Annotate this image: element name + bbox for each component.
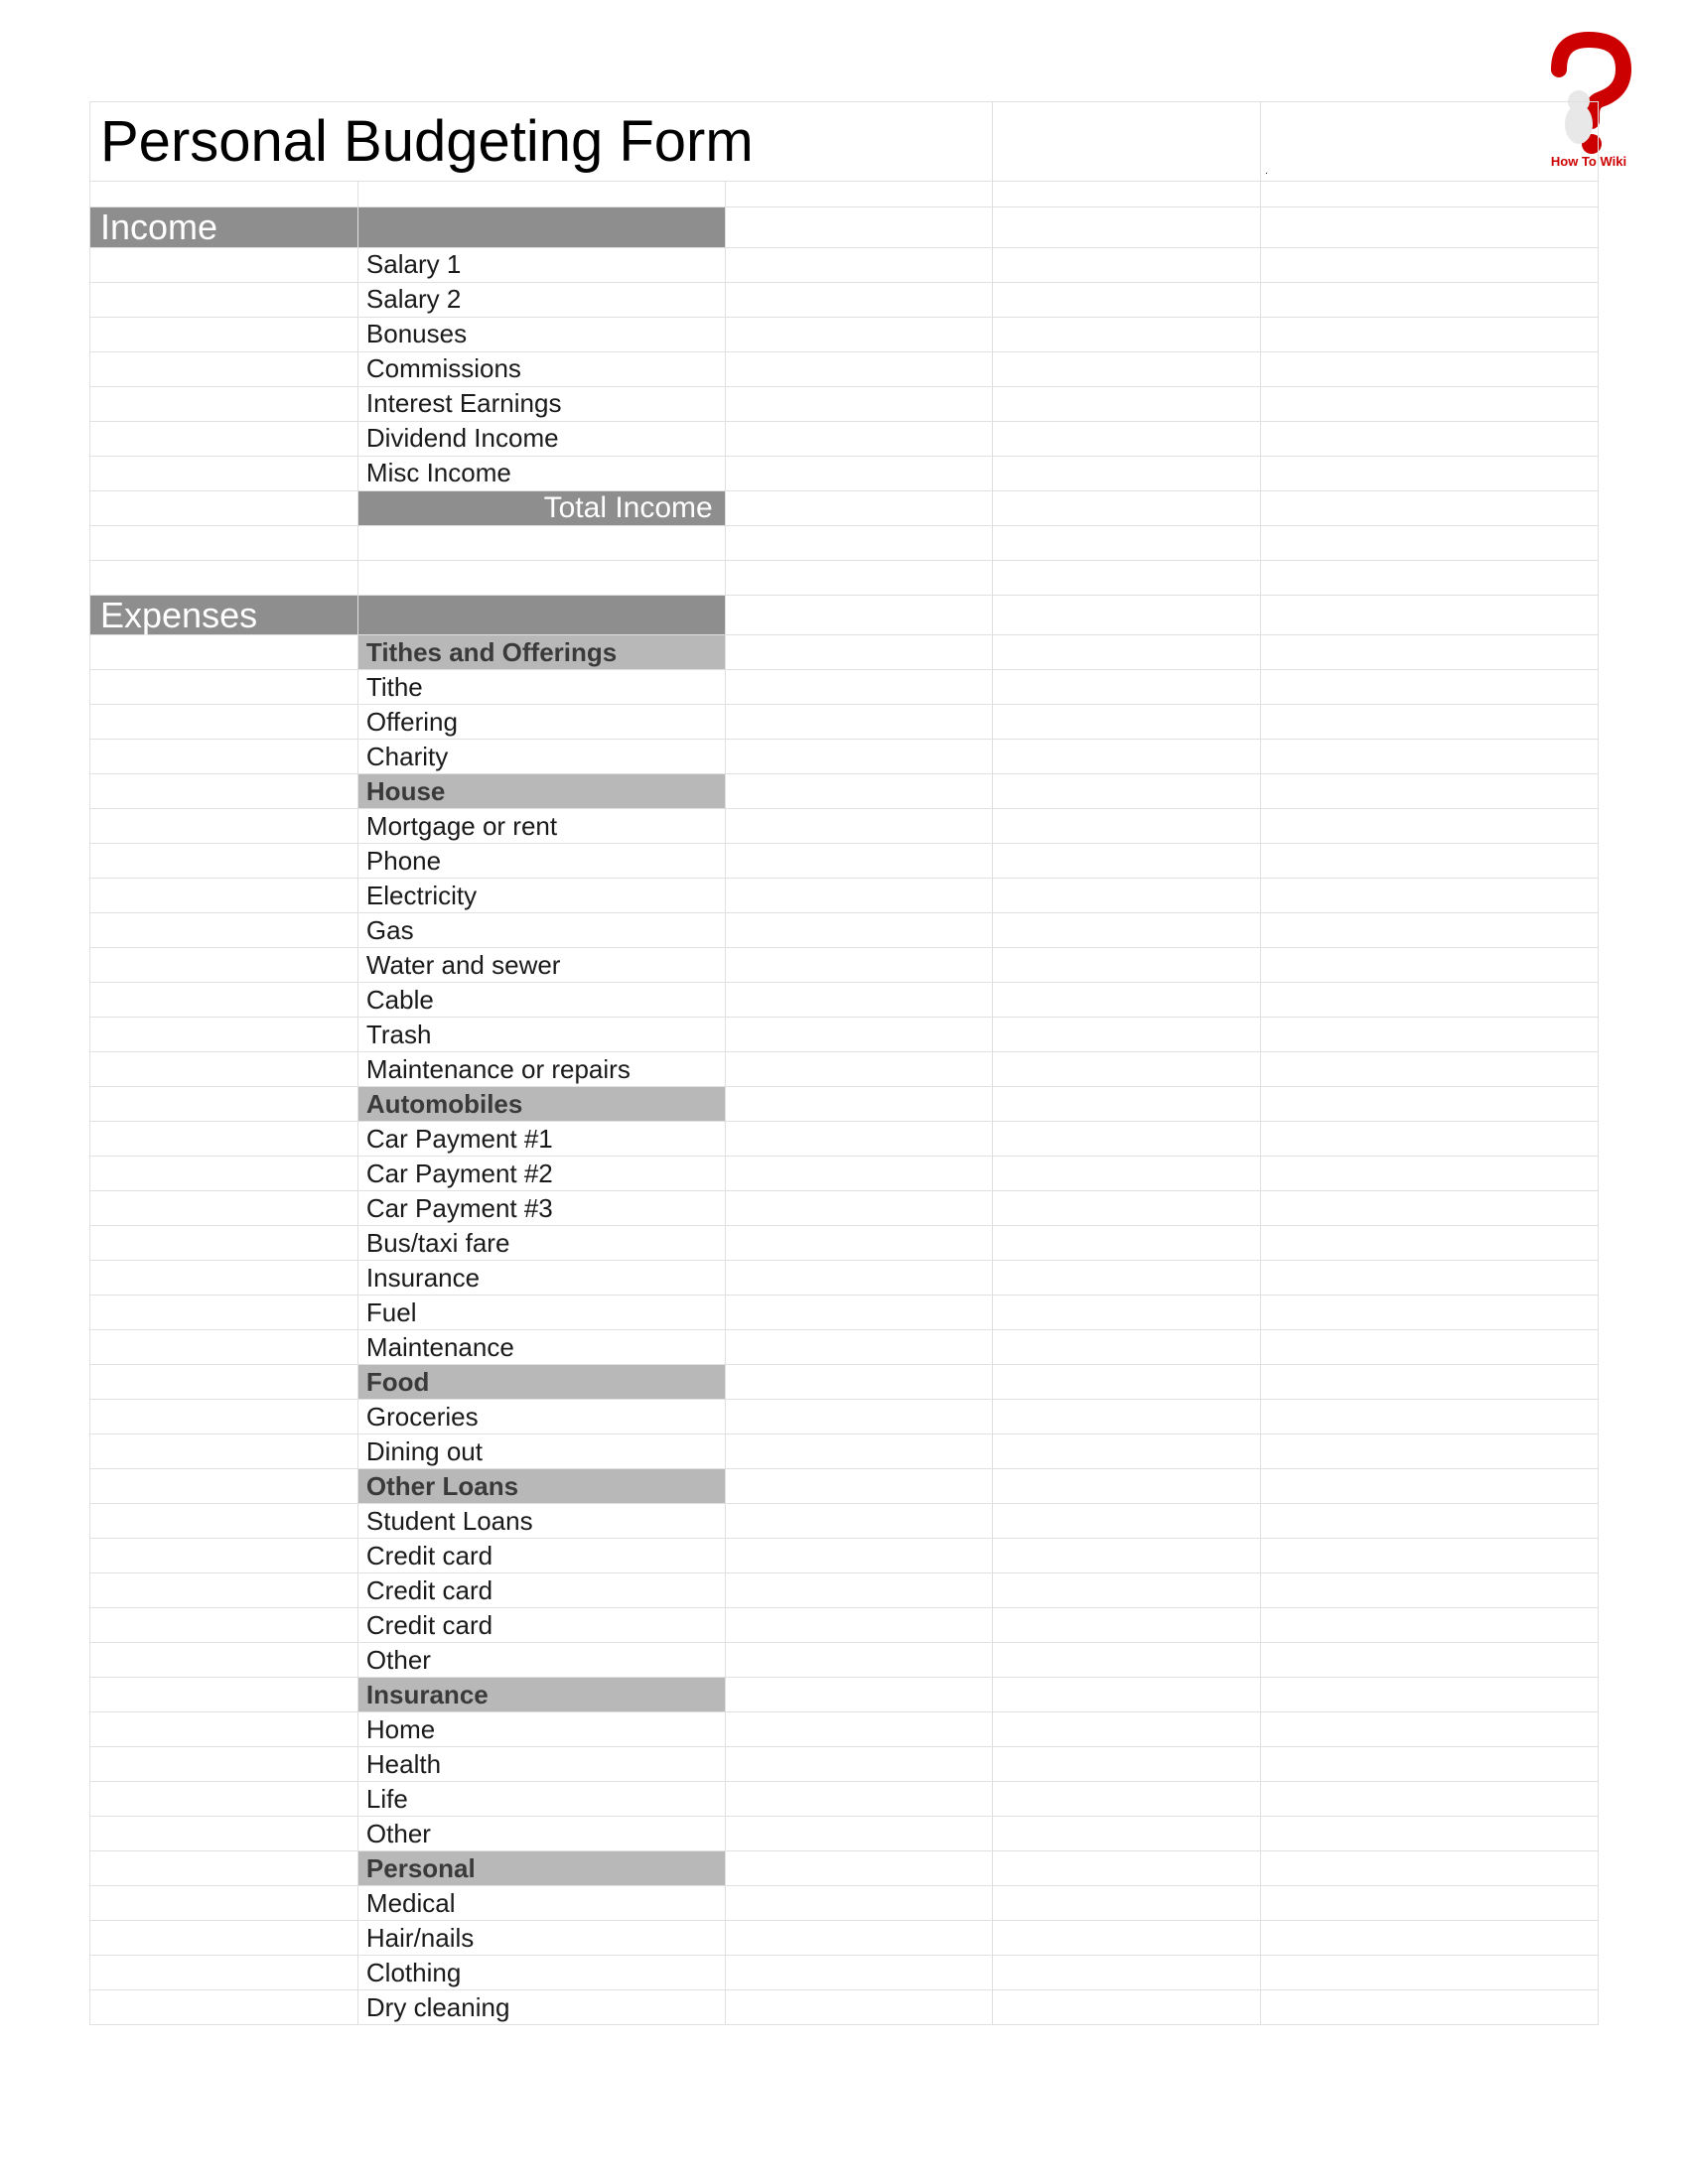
expense-group-header: Food [357, 1365, 725, 1400]
expense-item: Other [357, 1817, 725, 1851]
expense-item: Gas [357, 913, 725, 948]
expense-item: Car Payment #3 [357, 1191, 725, 1226]
expense-item: Health [357, 1747, 725, 1782]
expense-item: Fuel [357, 1296, 725, 1330]
income-item: Salary 2 [357, 282, 725, 317]
income-item: Commissions [357, 351, 725, 386]
expense-item: Car Payment #2 [357, 1157, 725, 1191]
expense-item: Cable [357, 983, 725, 1018]
expense-item: Groceries [357, 1400, 725, 1434]
expense-item: Dry cleaning [357, 1990, 725, 2025]
section-header-income: Income [90, 207, 358, 248]
expense-group-header: Personal [357, 1851, 725, 1886]
budget-table: Personal Budgeting Form. IncomeSalary 1Sa… [89, 101, 1599, 2025]
expense-item: Bus/taxi fare [357, 1226, 725, 1261]
total-income-label: Total Income [357, 490, 725, 525]
expense-group-header: House [357, 774, 725, 809]
income-item: Interest Earnings [357, 386, 725, 421]
income-item: Misc Income [357, 456, 725, 490]
title-blank-2: . [1261, 102, 1599, 182]
title-blank-1 [993, 102, 1261, 182]
section-header-expenses-fill [357, 595, 725, 635]
expense-item: Phone [357, 844, 725, 879]
expense-item: Trash [357, 1018, 725, 1052]
expense-item: Student Loans [357, 1504, 725, 1539]
income-item: Dividend Income [357, 421, 725, 456]
section-header-expenses: Expenses [90, 595, 358, 635]
expense-item: Credit card [357, 1573, 725, 1608]
expense-item: Mortgage or rent [357, 809, 725, 844]
income-item: Bonuses [357, 317, 725, 351]
expense-group-header: Tithes and Offerings [357, 635, 725, 670]
expense-item: Clothing [357, 1956, 725, 1990]
expense-item: Medical [357, 1886, 725, 1921]
expense-item: Charity [357, 740, 725, 774]
expense-group-header: Automobiles [357, 1087, 725, 1122]
expense-item: Car Payment #1 [357, 1122, 725, 1157]
expense-item: Credit card [357, 1608, 725, 1643]
expense-item: Life [357, 1782, 725, 1817]
page-title: Personal Budgeting Form [90, 102, 993, 182]
expense-group-header: Insurance [357, 1678, 725, 1712]
expense-item: Electricity [357, 879, 725, 913]
expense-item: Maintenance [357, 1330, 725, 1365]
expense-item: Offering [357, 705, 725, 740]
expense-item: Insurance [357, 1261, 725, 1296]
expense-item: Hair/nails [357, 1921, 725, 1956]
expense-item: Other [357, 1643, 725, 1678]
section-header-income-fill [357, 207, 725, 248]
expense-item: Tithe [357, 670, 725, 705]
expense-item: Credit card [357, 1539, 725, 1573]
income-item: Salary 1 [357, 247, 725, 282]
expense-group-header: Other Loans [357, 1469, 725, 1504]
expense-item: Home [357, 1712, 725, 1747]
expense-item: Maintenance or repairs [357, 1052, 725, 1087]
expense-item: Dining out [357, 1434, 725, 1469]
expense-item: Water and sewer [357, 948, 725, 983]
